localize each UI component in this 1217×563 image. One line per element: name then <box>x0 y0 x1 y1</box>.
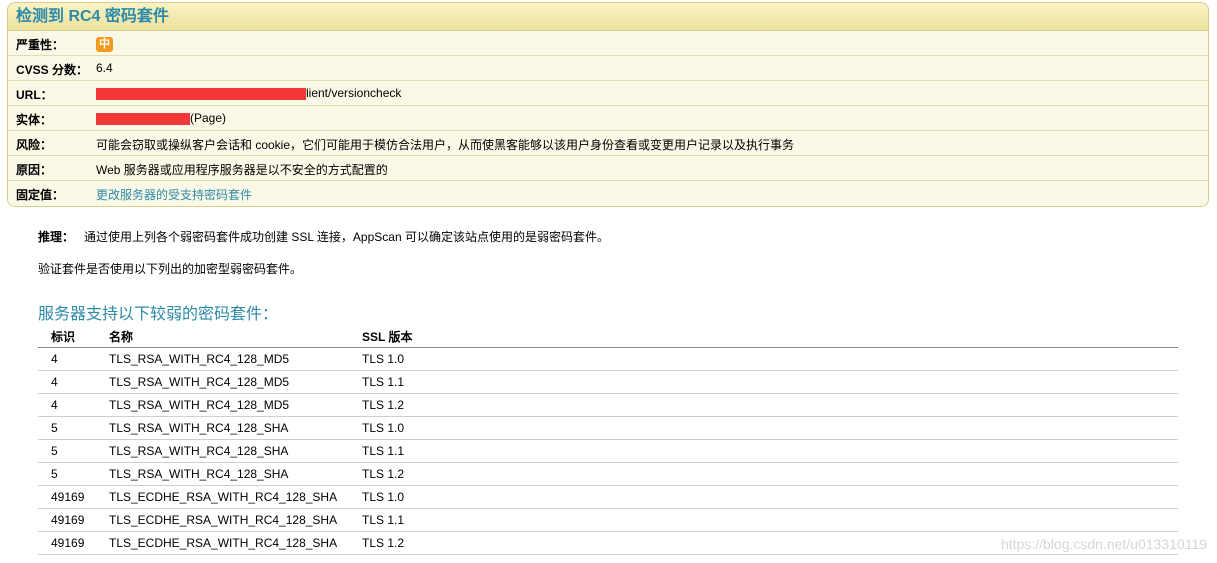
entity-label: 实体： <box>16 113 53 127</box>
cell-ssl: TLS 1.1 <box>362 370 1178 394</box>
col-id-header: 标识 <box>38 325 109 348</box>
entity-redaction <box>96 112 190 125</box>
table-row: 4 TLS_RSA_WITH_RC4_128_MD5 TLS 1.0 <box>38 347 1178 371</box>
issue-title: 检测到 RC4 密码套件 <box>8 3 1208 31</box>
cell-name: TLS_RSA_WITH_RC4_128_MD5 <box>109 393 362 417</box>
risk-value: 可能会窃取或操纵客户会话和 cookie，它们可能用于模仿合法用户，从而使黑客能… <box>96 138 795 152</box>
fix-label: 固定值： <box>16 188 65 202</box>
cell-id: 4 <box>38 370 109 394</box>
table-row: 49169 TLS_ECDHE_RSA_WITH_RC4_128_SHA TLS 1… <box>38 485 1178 509</box>
severity-badge: 中 <box>96 37 113 52</box>
cell-ssl: TLS 1.0 <box>362 416 1178 440</box>
verify-text: 验证套件是否使用以下列出的加密型弱密码套件。 <box>38 262 303 276</box>
cell-name: TLS_RSA_WITH_RC4_128_MD5 <box>109 370 362 394</box>
cell-name: TLS_ECDHE_RSA_WITH_RC4_128_SHA <box>109 508 362 532</box>
cell-name: TLS_RSA_WITH_RC4_128_MD5 <box>109 347 362 371</box>
cell-name: TLS_RSA_WITH_RC4_128_SHA <box>109 462 362 486</box>
cipher-table-header: 标识 名称 SSL 版本 <box>38 325 1178 348</box>
table-row: 5 TLS_RSA_WITH_RC4_128_SHA TLS 1.2 <box>38 462 1178 486</box>
table-row: 4 TLS_RSA_WITH_RC4_128_MD5 TLS 1.2 <box>38 393 1178 417</box>
fix-link[interactable]: 更改服务器的受支持密码套件 <box>96 186 252 203</box>
risk-label: 风险： <box>16 138 53 152</box>
cell-id: 5 <box>38 439 109 463</box>
cell-ssl: TLS 1.2 <box>362 462 1178 486</box>
reasoning-line: 推理： 通过使用上列各个弱密码套件成功创建 SSL 连接，AppScan 可以确定… <box>38 228 609 245</box>
severity-label: 严重性： <box>16 38 65 52</box>
severity-row: 严重性： 中 <box>8 31 1208 56</box>
cvss-value: 6.4 <box>96 61 113 75</box>
table-row: 4 TLS_RSA_WITH_RC4_128_MD5 TLS 1.1 <box>38 370 1178 394</box>
cipher-section-title: 服务器支持以下较弱的密码套件： <box>38 306 279 323</box>
col-name-header: 名称 <box>109 325 362 348</box>
risk-row: 风险： 可能会窃取或操纵客户会话和 cookie，它们可能用于模仿合法用户，从而… <box>8 131 1208 156</box>
url-redaction <box>96 87 306 100</box>
cell-id: 5 <box>38 416 109 440</box>
cell-ssl: TLS 1.0 <box>362 485 1178 509</box>
cell-name: TLS_ECDHE_RSA_WITH_RC4_128_SHA <box>109 531 362 555</box>
cvss-label: CVSS 分数： <box>16 63 89 77</box>
entity-value: (Page) <box>190 111 227 125</box>
cell-id: 49169 <box>38 485 109 509</box>
cell-ssl: TLS 1.0 <box>362 347 1178 371</box>
cell-name: TLS_RSA_WITH_RC4_128_SHA <box>109 416 362 440</box>
cell-id: 49169 <box>38 531 109 555</box>
cause-row: 原因： Web 服务器或应用程序服务器是以不安全的方式配置的 <box>8 156 1208 181</box>
url-value: lient/versioncheck <box>306 86 402 100</box>
cell-ssl: TLS 1.2 <box>362 393 1178 417</box>
cell-id: 4 <box>38 347 109 371</box>
cell-name: TLS_ECDHE_RSA_WITH_RC4_128_SHA <box>109 485 362 509</box>
cell-ssl: TLS 1.1 <box>362 439 1178 463</box>
watermark: https://blog.csdn.net/u013310119 <box>1000 536 1207 552</box>
table-row: 5 TLS_RSA_WITH_RC4_128_SHA TLS 1.0 <box>38 416 1178 440</box>
issue-panel: 检测到 RC4 密码套件 严重性： 中 CVSS 分数： 6.4 URL： li… <box>7 2 1209 207</box>
cell-ssl: TLS 1.1 <box>362 508 1178 532</box>
col-ssl-header: SSL 版本 <box>362 325 1178 348</box>
cell-id: 4 <box>38 393 109 417</box>
table-row: 5 TLS_RSA_WITH_RC4_128_SHA TLS 1.1 <box>38 439 1178 463</box>
cause-label: 原因： <box>16 163 53 177</box>
url-label: URL： <box>16 88 53 102</box>
cvss-row: CVSS 分数： 6.4 <box>8 56 1208 81</box>
cell-id: 49169 <box>38 508 109 532</box>
fix-row: 固定值： 更改服务器的受支持密码套件 <box>8 181 1208 205</box>
reasoning-label: 推理： <box>38 230 75 244</box>
cipher-table: 标识 名称 SSL 版本 4 TLS_RSA_WITH_RC4_128_MD5 TL… <box>38 325 1178 555</box>
cell-id: 5 <box>38 462 109 486</box>
table-row: 49169 TLS_ECDHE_RSA_WITH_RC4_128_SHA TLS 1… <box>38 508 1178 532</box>
url-row: URL： lient/versioncheck <box>8 81 1208 106</box>
reasoning-text: 通过使用上列各个弱密码套件成功创建 SSL 连接，AppScan 可以确定该站点… <box>84 230 609 244</box>
entity-row: 实体： (Page) <box>8 106 1208 131</box>
cell-name: TLS_RSA_WITH_RC4_128_SHA <box>109 439 362 463</box>
cause-value: Web 服务器或应用程序服务器是以不安全的方式配置的 <box>96 163 388 177</box>
